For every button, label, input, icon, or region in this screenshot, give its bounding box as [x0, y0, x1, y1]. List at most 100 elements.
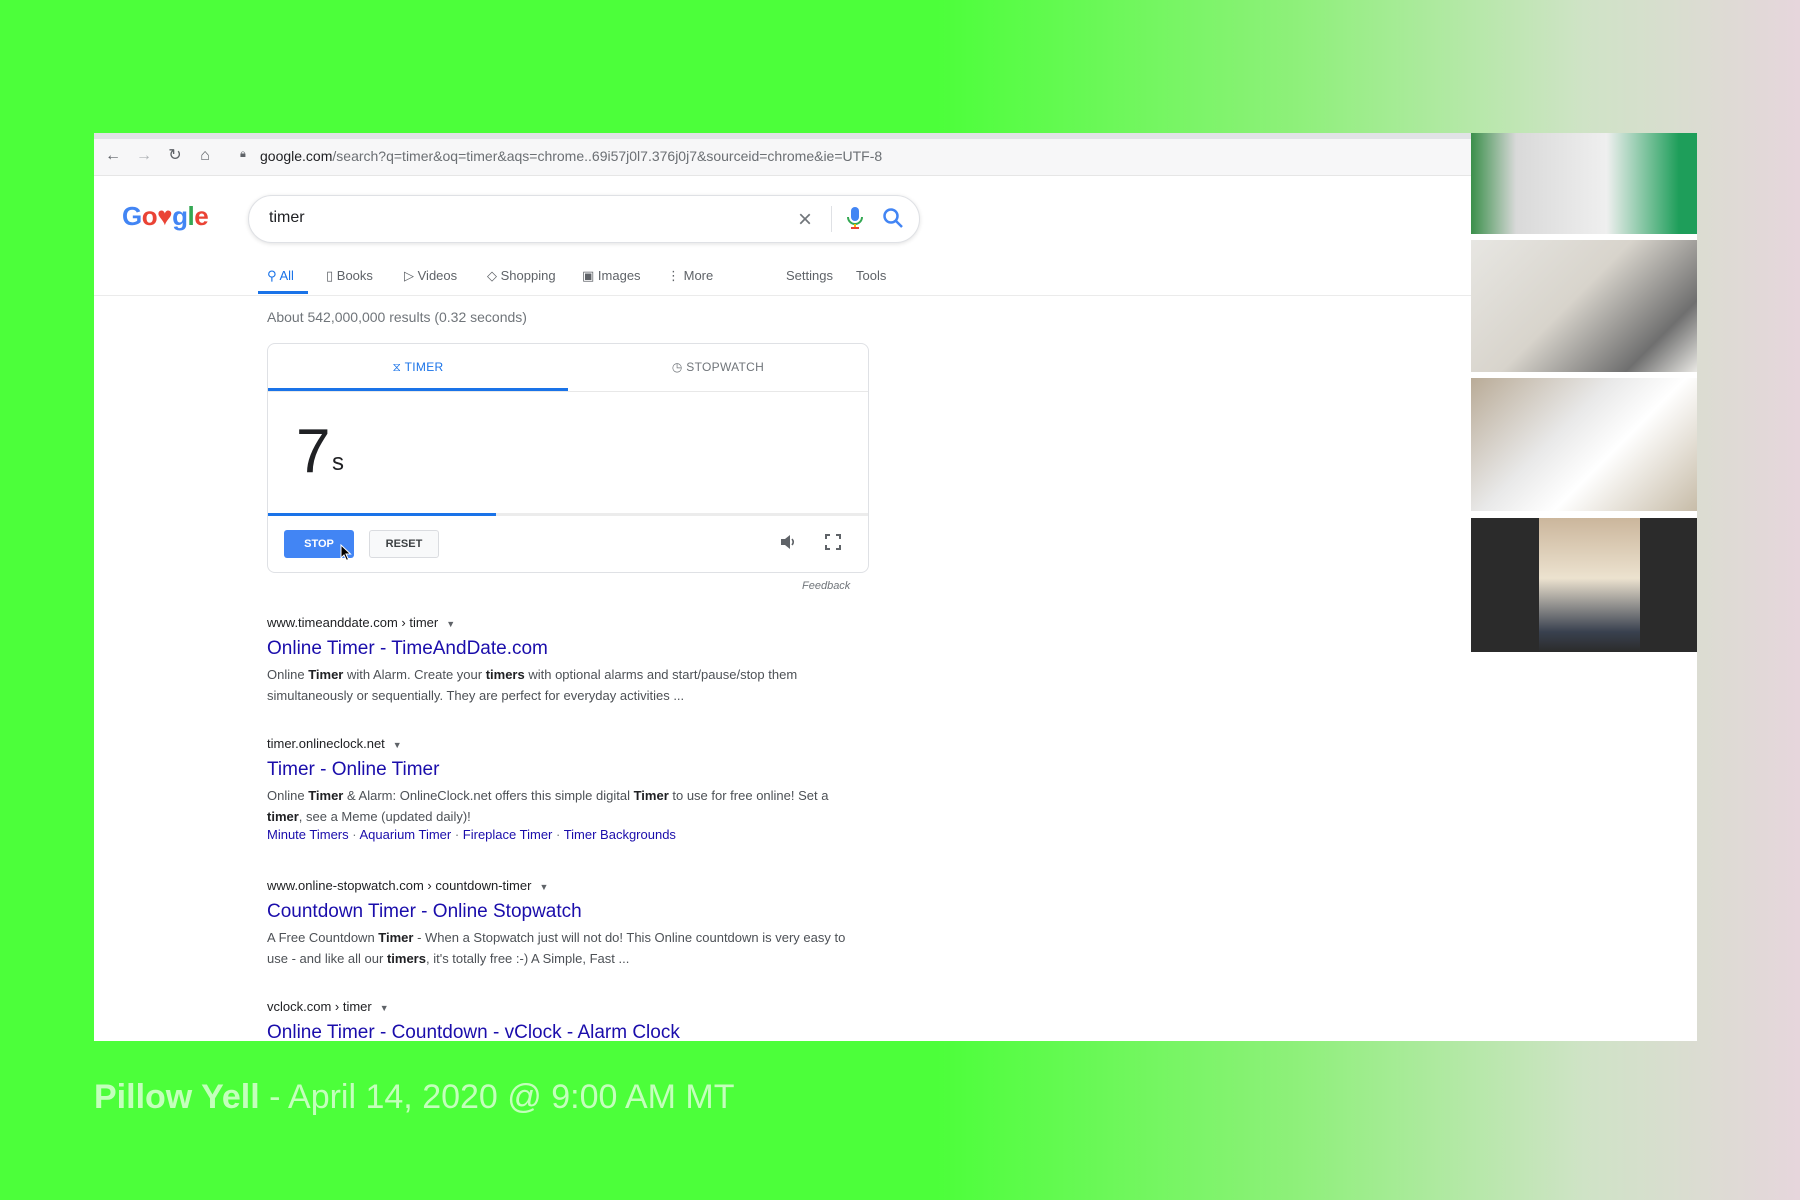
- result-url-text: timer.onlineclock.net: [267, 736, 385, 751]
- snippet-text: timer: [267, 809, 299, 824]
- image-icon: ▣: [582, 268, 595, 283]
- result-title[interactable]: Countdown Timer - Online Stopwatch: [267, 901, 847, 923]
- snippet-text: timers: [485, 667, 525, 682]
- tab-stopwatch-label: STOPWATCH: [686, 360, 765, 374]
- caption-separator: -: [259, 1078, 289, 1116]
- result-url[interactable]: timer.onlineclock.net ▼: [267, 736, 847, 751]
- search-icon: ⚲: [267, 268, 277, 283]
- search-result: vclock.com › timer ▼ Online Timer - Count…: [267, 999, 847, 1041]
- result-url-text: www.online-stopwatch.com › countdown-tim…: [267, 878, 532, 893]
- hourglass-icon: ⧖: [392, 360, 402, 374]
- search-divider: [831, 206, 832, 232]
- tab-all-label: All: [279, 268, 294, 283]
- tab-timer-label: TIMER: [404, 360, 444, 374]
- snippet-text: A Free Countdown: [267, 930, 379, 945]
- result-title[interactable]: Online Timer - Countdown - vClock - Alar…: [267, 1022, 847, 1041]
- tab-timer[interactable]: ⧖ TIMER: [268, 344, 568, 390]
- search-input[interactable]: timer: [269, 209, 305, 227]
- result-title[interactable]: Timer - Online Timer: [267, 759, 847, 781]
- dropdown-caret-icon[interactable]: ▼: [380, 1003, 389, 1013]
- timer-progress-track: [268, 513, 868, 516]
- event-caption: Pillow Yell - April 14, 2020 @ 9:00 AM M…: [94, 1078, 735, 1117]
- sitelink[interactable]: Timer Backgrounds: [564, 827, 676, 842]
- tab-tools[interactable]: Tools: [856, 268, 886, 283]
- participant-video-1: [1471, 133, 1697, 234]
- result-snippet: Online Timer & Alarm: OnlineClock.net of…: [267, 785, 847, 827]
- sitelink[interactable]: Minute Timers: [267, 827, 349, 842]
- search-result: www.timeanddate.com › timer ▼ Online Time…: [267, 615, 847, 706]
- tab-images[interactable]: ▣ Images: [582, 268, 641, 284]
- tag-icon: ◇: [487, 268, 497, 283]
- timer-progress-fill: [268, 513, 496, 516]
- lock-icon: 🔒︎: [240, 148, 246, 160]
- google-logo[interactable]: Go♥gle: [122, 201, 209, 232]
- tab-videos[interactable]: ▷ Videos: [404, 268, 457, 284]
- book-icon: ▯: [326, 268, 334, 283]
- result-url[interactable]: vclock.com › timer ▼: [267, 999, 847, 1014]
- snippet-text: Timer: [308, 667, 344, 682]
- snippet-text: Timer: [378, 930, 414, 945]
- search-box[interactable]: timer ×: [248, 195, 920, 243]
- fullscreen-icon[interactable]: [823, 532, 843, 557]
- forward-arrow-icon[interactable]: →: [135, 147, 153, 165]
- snippet-text: with Alarm. Create your: [343, 667, 486, 682]
- logo-letter: G: [122, 201, 142, 231]
- snippet-text: Timer: [633, 788, 669, 803]
- video-icon: ▷: [404, 268, 414, 283]
- logo-letter: l: [187, 201, 195, 231]
- volume-icon[interactable]: [778, 532, 798, 557]
- tab-settings[interactable]: Settings: [786, 268, 833, 283]
- snippet-text: Timer: [308, 788, 344, 803]
- tab-shopping-label: Shopping: [500, 268, 556, 283]
- snippet-text: Online: [267, 667, 309, 682]
- tab-more[interactable]: ⋮ More: [667, 268, 713, 284]
- snippet-text: & Alarm: OnlineClock.net offers this sim…: [343, 788, 634, 803]
- tab-stopwatch[interactable]: ◷ STOPWATCH: [568, 344, 868, 390]
- result-title[interactable]: Online Timer - TimeAndDate.com: [267, 638, 847, 660]
- participant-video-4: [1471, 518, 1697, 652]
- search-icon[interactable]: [882, 207, 904, 234]
- participant-video-2: [1471, 240, 1697, 372]
- snippet-text: timers: [386, 951, 426, 966]
- tab-books[interactable]: ▯ Books: [326, 268, 373, 284]
- logo-letter: ♥: [157, 201, 173, 231]
- participant-video-4-frame: [1539, 518, 1640, 652]
- dropdown-caret-icon[interactable]: ▼: [446, 619, 455, 629]
- result-url[interactable]: www.online-stopwatch.com › countdown-tim…: [267, 878, 847, 893]
- search-tabs: ⚲ All ▯ Books ▷ Videos ◇ Shopping ▣ Imag…: [94, 255, 1471, 296]
- microphone-icon[interactable]: [847, 206, 863, 235]
- tab-all[interactable]: ⚲ All: [267, 268, 294, 284]
- tab-strip: [94, 133, 1471, 139]
- url-field[interactable]: google.com/search?q=timer&oq=timer&aqs=c…: [260, 148, 882, 164]
- sitelink[interactable]: Aquarium Timer: [359, 827, 451, 842]
- screen-share: ← → ↻ ⌂ 🔒︎ google.com/search?q=timer&oq=…: [94, 133, 1697, 1041]
- clear-icon[interactable]: ×: [798, 206, 812, 234]
- dropdown-caret-icon[interactable]: ▼: [393, 740, 402, 750]
- tab-books-label: Books: [336, 268, 373, 283]
- home-icon[interactable]: ⌂: [196, 147, 214, 165]
- snippet-text: to use for free online! Set a: [668, 788, 829, 803]
- tab-more-label: More: [683, 268, 714, 283]
- result-url[interactable]: www.timeanddate.com › timer ▼: [267, 615, 847, 630]
- snippet-text: , it's totally free :-) A Simple, Fast .…: [425, 951, 630, 966]
- reload-icon[interactable]: ↻: [166, 147, 184, 165]
- mouse-cursor-icon: [340, 543, 352, 567]
- result-url-text: www.timeanddate.com › timer: [267, 615, 439, 630]
- back-arrow-icon[interactable]: ←: [104, 147, 122, 165]
- tab-shopping[interactable]: ◇ Shopping: [487, 268, 556, 284]
- results-stats: About 542,000,000 results (0.32 seconds): [267, 309, 527, 325]
- snippet-text: Online: [267, 788, 309, 803]
- sitelink[interactable]: Fireplace Timer: [463, 827, 553, 842]
- dropdown-caret-icon[interactable]: ▼: [539, 882, 548, 892]
- logo-letter: e: [194, 201, 209, 231]
- stopwatch-icon: ◷: [671, 360, 683, 374]
- timer-widget: ⧖ TIMER ◷ STOPWATCH 7 s STOP RESET: [267, 343, 869, 573]
- logo-letter: o: [141, 201, 158, 231]
- search-result: www.online-stopwatch.com › countdown-tim…: [267, 878, 847, 969]
- active-tab-underline: [258, 291, 308, 294]
- tab-images-label: Images: [597, 268, 641, 283]
- feedback-link[interactable]: Feedback: [802, 580, 850, 592]
- snippet-text: , see a Meme (updated daily)!: [298, 809, 471, 824]
- result-url-text: vclock.com › timer: [267, 999, 372, 1014]
- reset-button[interactable]: RESET: [369, 530, 439, 558]
